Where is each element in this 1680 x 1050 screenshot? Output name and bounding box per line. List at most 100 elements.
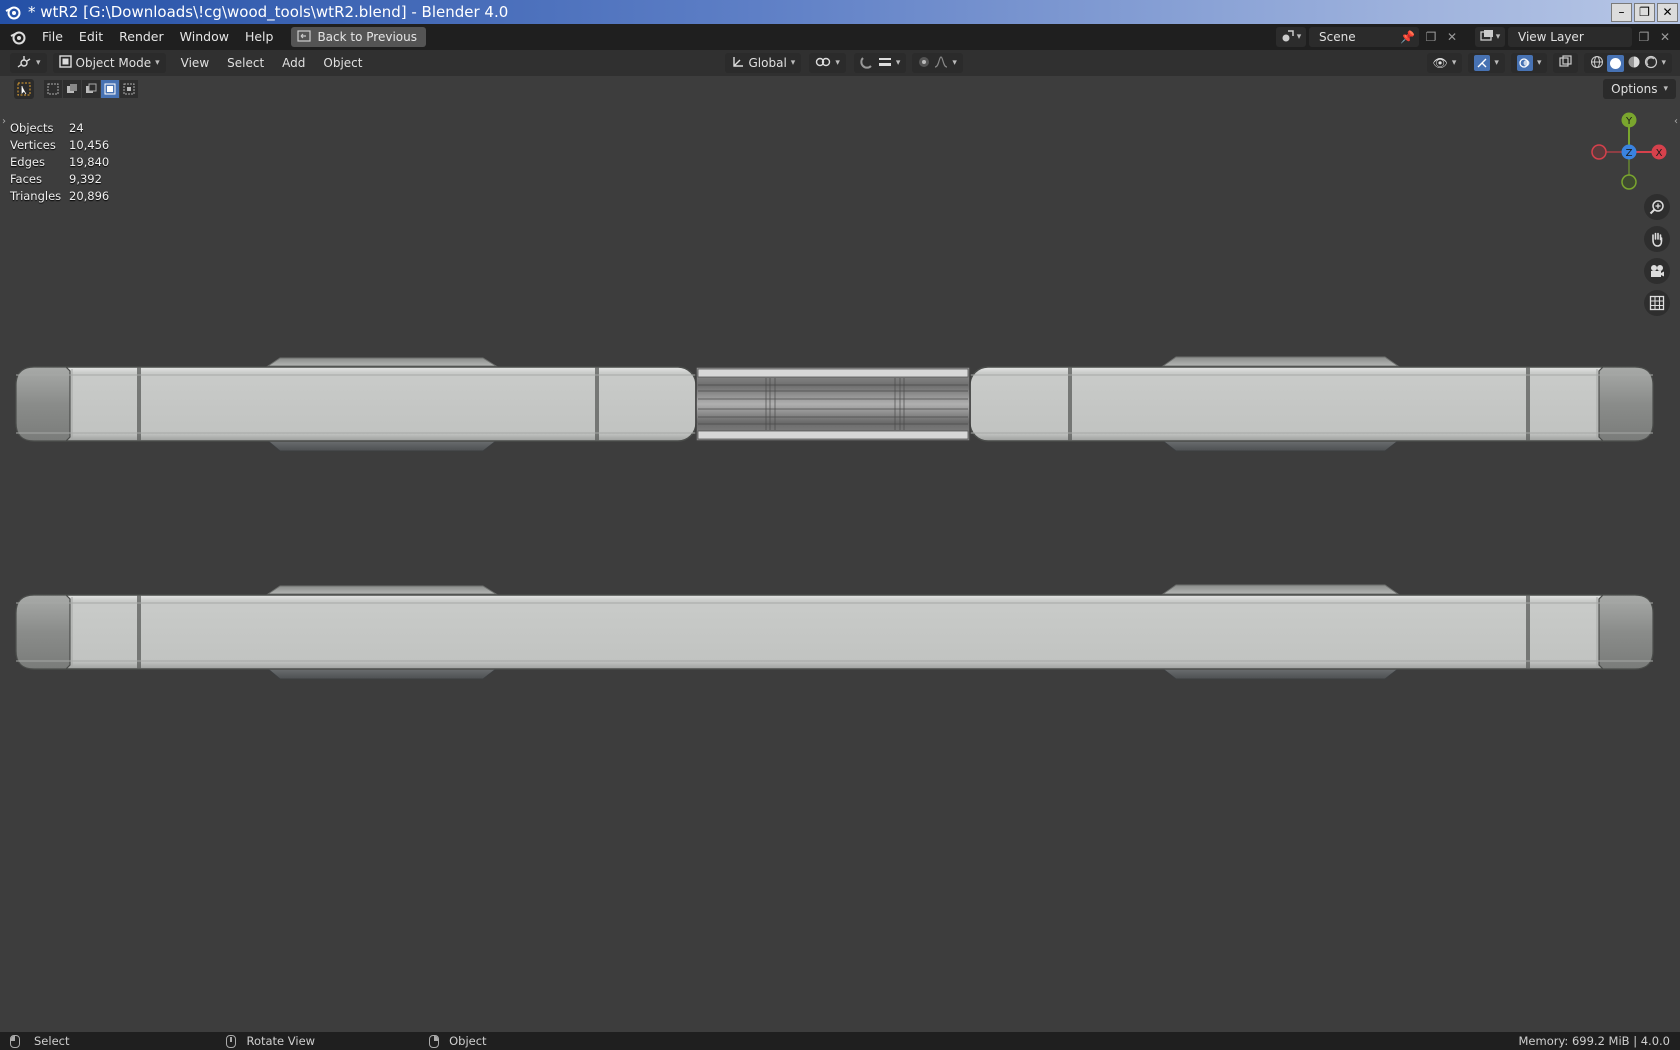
menu-render[interactable]: Render bbox=[111, 26, 172, 48]
xray-icon bbox=[1559, 55, 1573, 71]
stat-value: 24 bbox=[69, 121, 84, 135]
gizmo-neg-x[interactable] bbox=[1591, 144, 1607, 160]
proportional-edit-icon bbox=[918, 56, 930, 71]
gizmo-z-label: Z bbox=[1626, 148, 1633, 159]
blender-menu-icon[interactable] bbox=[8, 27, 28, 47]
back-to-previous-label: Back to Previous bbox=[317, 30, 417, 44]
select-mode-intersect-icon[interactable] bbox=[120, 80, 138, 98]
pivot-point-selector[interactable]: ▾ bbox=[809, 53, 846, 73]
mode-label: Object Mode bbox=[75, 56, 152, 70]
select-mode-extend-icon[interactable] bbox=[63, 80, 81, 98]
blender-logo-icon bbox=[4, 3, 22, 21]
zoom-icon[interactable] bbox=[1644, 194, 1670, 220]
material-preview-icon[interactable] bbox=[1627, 55, 1641, 72]
chevron-down-icon: ▾ bbox=[952, 58, 957, 68]
camera-icon[interactable] bbox=[1644, 258, 1670, 284]
wireframe-shading-icon[interactable] bbox=[1590, 55, 1604, 72]
xray-toggle[interactable] bbox=[1553, 53, 1579, 73]
scene-browse-button[interactable]: ▾ bbox=[1276, 27, 1306, 47]
viewport-header: ▾ Object Mode ▾ View Select Add Object G… bbox=[0, 50, 1680, 76]
stat-label: Edges bbox=[10, 155, 45, 169]
visibility-selector[interactable]: 👁 ▾ bbox=[1426, 53, 1463, 73]
orientation-label: Global bbox=[748, 56, 787, 70]
falloff-curve-icon bbox=[934, 55, 948, 71]
stat-label: Faces bbox=[10, 172, 42, 186]
scene-icon bbox=[1281, 29, 1295, 46]
stat-row-edges: Edges 19,840 bbox=[10, 154, 109, 171]
viewport-menu-object[interactable]: Object bbox=[314, 56, 371, 70]
options-dropdown[interactable]: Options ▾ bbox=[1603, 79, 1676, 99]
stat-value: 10,456 bbox=[69, 138, 110, 152]
snap-toggle[interactable]: ▾ bbox=[853, 53, 907, 73]
3d-viewport-icon bbox=[16, 55, 32, 72]
rendered-shading-icon[interactable] bbox=[1644, 55, 1658, 72]
viewport-statistics: Objects 24 Vertices 10,456 Edges 19,840 … bbox=[10, 120, 109, 205]
new-view-layer-icon[interactable]: ❐ bbox=[1635, 27, 1653, 47]
status-bar: Select Rotate View Object Memory: 699.2 … bbox=[0, 1032, 1680, 1050]
upper-tool-mesh[interactable] bbox=[15, 356, 1654, 452]
close-icon[interactable]: ✕ bbox=[1657, 2, 1678, 22]
viewport-menu-add[interactable]: Add bbox=[273, 56, 314, 70]
scene-selector: ▾ Scene 📌 ❐ ✕ bbox=[1276, 26, 1461, 48]
solid-shading-icon[interactable] bbox=[1607, 54, 1625, 72]
overlays-icon bbox=[1516, 55, 1533, 71]
snap-increment-icon bbox=[878, 56, 892, 71]
mouse-middle-icon bbox=[226, 1034, 237, 1048]
tool-settings-row bbox=[14, 79, 138, 99]
chevron-down-icon: ▾ bbox=[835, 58, 840, 68]
snap-magnet-icon bbox=[860, 55, 874, 72]
back-to-previous-button[interactable]: Back to Previous bbox=[291, 27, 426, 47]
viewport-canvas[interactable] bbox=[0, 99, 1680, 1032]
lower-tool-mesh[interactable] bbox=[15, 584, 1654, 680]
select-mode-invert-icon[interactable] bbox=[101, 80, 119, 98]
mouse-right-icon bbox=[429, 1034, 440, 1048]
viewport-menu-select[interactable]: Select bbox=[218, 56, 273, 70]
view-layer-name-field[interactable]: View Layer bbox=[1508, 27, 1632, 47]
view-layer-browse-button[interactable]: ▾ bbox=[1475, 27, 1505, 47]
toolbar-expand-arrow-icon[interactable]: › bbox=[2, 116, 6, 127]
chevron-down-icon: ▾ bbox=[1494, 58, 1499, 68]
chevron-down-icon: ▾ bbox=[1495, 32, 1501, 42]
status-hint-label: Object bbox=[449, 1034, 487, 1048]
chevron-down-icon: ▾ bbox=[155, 58, 160, 68]
transform-orientation-selector[interactable]: Global ▾ bbox=[724, 53, 802, 73]
status-hint-label: Select bbox=[34, 1034, 70, 1048]
mode-selector[interactable]: Object Mode ▾ bbox=[52, 53, 166, 73]
chevron-down-icon: ▾ bbox=[1661, 58, 1666, 68]
stat-row-triangles: Triangles 20,896 bbox=[10, 188, 109, 205]
select-mode-set-icon[interactable] bbox=[44, 80, 62, 98]
shading-modes: ▾ bbox=[1584, 53, 1672, 73]
proportional-editing-toggle[interactable]: ▾ bbox=[912, 53, 963, 73]
navigation-gizmo[interactable]: Y X Z bbox=[1585, 110, 1675, 200]
select-box-tool-icon[interactable] bbox=[14, 79, 34, 99]
chevron-down-icon: ▾ bbox=[895, 58, 901, 68]
top-menu-bar: File Edit Render Window Help Back to Pre… bbox=[0, 24, 1680, 50]
eye-icon: 👁 bbox=[1432, 56, 1448, 70]
scene-name-field[interactable]: Scene 📌 bbox=[1309, 27, 1419, 47]
pan-hand-icon[interactable] bbox=[1644, 226, 1670, 252]
window-title: * wtR2 [G:\Downloads\!cg\wood_tools\wtR2… bbox=[28, 3, 509, 21]
minimize-icon[interactable]: – bbox=[1611, 2, 1632, 22]
menu-edit[interactable]: Edit bbox=[71, 26, 111, 48]
viewport-menu-view[interactable]: View bbox=[172, 56, 218, 70]
editor-type-button[interactable]: ▾ bbox=[10, 53, 47, 73]
chevron-down-icon: ▾ bbox=[36, 58, 41, 68]
restore-icon[interactable]: ❐ bbox=[1634, 2, 1655, 22]
gizmo-neg-y[interactable] bbox=[1621, 174, 1637, 190]
select-mode-subtract-icon[interactable] bbox=[82, 80, 100, 98]
overlays-toggle[interactable]: ▾ bbox=[1510, 53, 1548, 73]
menu-window[interactable]: Window bbox=[172, 26, 237, 48]
menu-help[interactable]: Help bbox=[237, 26, 282, 48]
options-label: Options bbox=[1611, 82, 1658, 96]
menu-file[interactable]: File bbox=[34, 26, 71, 48]
pin-icon[interactable]: 📌 bbox=[1400, 27, 1415, 47]
gizmo-toggle[interactable]: ▾ bbox=[1468, 53, 1505, 73]
delete-view-layer-icon[interactable]: ✕ bbox=[1656, 27, 1674, 47]
selection-mode-group bbox=[44, 80, 138, 98]
new-scene-icon[interactable]: ❐ bbox=[1422, 27, 1440, 47]
scene-name: Scene bbox=[1319, 30, 1356, 44]
viewport-navigation-tools bbox=[1644, 194, 1670, 316]
stat-value: 20,896 bbox=[69, 189, 110, 203]
delete-scene-icon[interactable]: ✕ bbox=[1443, 27, 1461, 47]
grid-ortho-icon[interactable] bbox=[1644, 290, 1670, 316]
